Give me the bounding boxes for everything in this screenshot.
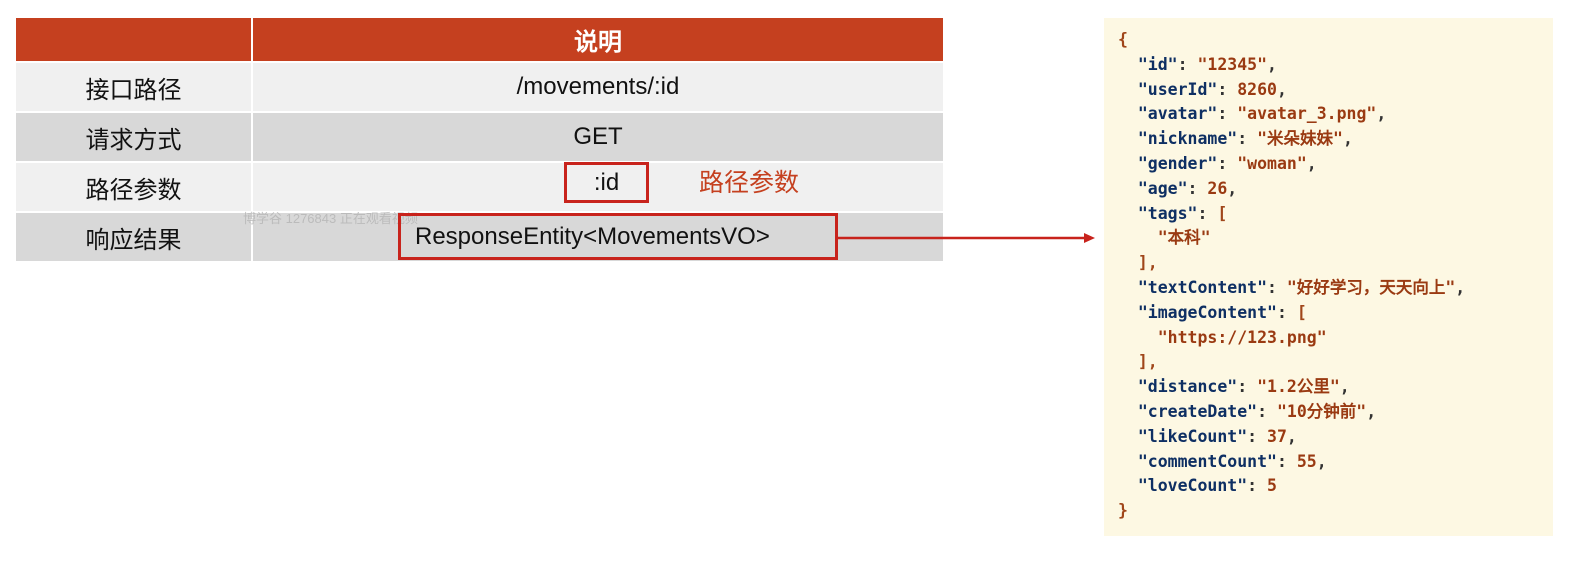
path-param-annotation: 路径参数 bbox=[699, 169, 800, 197]
code-line: "avatar": "avatar_3.png", bbox=[1137, 104, 1387, 124]
json-key: "likeCount" bbox=[1137, 426, 1248, 446]
row-value: /movements/:id bbox=[251, 61, 943, 112]
row-label: 请求方式 bbox=[16, 111, 252, 162]
code-line: "imageContent": [ bbox=[1137, 302, 1307, 322]
code-line: "gender": "woman", bbox=[1137, 153, 1317, 173]
json-value: "10分钟前" bbox=[1276, 401, 1367, 421]
code-line: "age": 26, bbox=[1137, 178, 1238, 198]
json-value: 37 bbox=[1267, 426, 1287, 446]
json-key: "textContent" bbox=[1137, 277, 1268, 297]
code-line: } bbox=[1118, 501, 1128, 520]
code-line: "userId": 8260, bbox=[1137, 79, 1287, 99]
arrow-right-icon bbox=[836, 233, 1095, 243]
code-line: "https://123.png" bbox=[1118, 328, 1327, 347]
path-param-value: :id bbox=[593, 168, 620, 196]
code-line: "textContent": "好好学习，天天向上", bbox=[1137, 277, 1466, 297]
json-value: 5 bbox=[1267, 476, 1277, 496]
json-bracket: ], bbox=[1137, 352, 1158, 372]
json-value: "12345" bbox=[1197, 54, 1268, 74]
json-value: "米朵妹妹" bbox=[1257, 129, 1343, 149]
json-key: "age" bbox=[1137, 178, 1188, 198]
json-code: { "id": "12345", "userId": 8260, "avatar… bbox=[1118, 28, 1553, 524]
code-line: { bbox=[1118, 30, 1128, 49]
json-bracket: [ bbox=[1217, 203, 1228, 223]
json-value: "avatar_3.png" bbox=[1237, 104, 1377, 124]
json-close-brace: } bbox=[1118, 501, 1128, 521]
code-line: "distance": "1.2公里", bbox=[1137, 377, 1350, 397]
json-array-item: "本科" bbox=[1157, 228, 1211, 248]
json-array-item: "https://123.png" bbox=[1157, 327, 1327, 347]
row-label: 路径参数 bbox=[16, 161, 252, 212]
json-bracket: ], bbox=[1137, 253, 1158, 273]
json-response-sample: { "id": "12345", "userId": 8260, "avatar… bbox=[1104, 18, 1553, 536]
code-line: ], bbox=[1118, 352, 1158, 371]
row-label: 接口路径 bbox=[16, 61, 252, 112]
code-line: "本科" bbox=[1118, 228, 1211, 247]
json-key: "nickname" bbox=[1137, 129, 1238, 149]
header-cell-blank bbox=[16, 18, 252, 62]
json-key: "loveCount" bbox=[1137, 476, 1248, 496]
table-row: 接口路径 /movements/:id bbox=[16, 61, 943, 112]
code-line: "id": "12345", bbox=[1137, 54, 1277, 74]
code-line: "likeCount": 37, bbox=[1137, 426, 1297, 446]
code-line: "tags": [ bbox=[1137, 203, 1228, 223]
table-header-row: 说明 bbox=[16, 18, 943, 62]
code-line: ], bbox=[1118, 253, 1158, 272]
code-line: "createDate": "10分钟前", bbox=[1137, 401, 1377, 421]
json-key: "avatar" bbox=[1137, 104, 1218, 124]
json-key: "imageContent" bbox=[1137, 302, 1277, 322]
code-line: "loveCount": 5 bbox=[1137, 476, 1277, 496]
json-key: "userId" bbox=[1137, 79, 1218, 99]
table-row: 请求方式 GET bbox=[16, 111, 943, 162]
json-value: "1.2公里" bbox=[1257, 377, 1340, 397]
json-value: 8260 bbox=[1237, 79, 1277, 99]
json-key: "id" bbox=[1137, 54, 1178, 74]
path-param-highlight-box: :id bbox=[564, 162, 649, 203]
json-key: "gender" bbox=[1137, 153, 1218, 173]
json-value: 55 bbox=[1296, 451, 1317, 471]
header-cell-description: 说明 bbox=[251, 18, 943, 62]
row-label: 响应结果 bbox=[16, 211, 252, 261]
json-open-brace: { bbox=[1118, 30, 1128, 49]
row-value: GET bbox=[251, 111, 943, 162]
json-value: "woman" bbox=[1237, 153, 1307, 173]
response-highlight-box: ResponseEntity<MovementsVO> bbox=[398, 213, 838, 260]
json-key: "commentCount" bbox=[1137, 451, 1277, 471]
watermark: 博学谷 1276843 正在观看视频 bbox=[243, 211, 418, 226]
json-key: "distance" bbox=[1137, 377, 1238, 397]
json-key: "tags" bbox=[1137, 203, 1198, 223]
json-value: "好好学习，天天向上" bbox=[1286, 277, 1456, 297]
response-value: ResponseEntity<MovementsVO> bbox=[415, 222, 770, 250]
code-line: "nickname": "米朵妹妹", bbox=[1137, 129, 1353, 149]
json-bracket: [ bbox=[1296, 302, 1307, 322]
code-line: "commentCount": 55, bbox=[1137, 451, 1327, 471]
json-key: "createDate" bbox=[1137, 401, 1258, 421]
table-row: 路径参数 bbox=[16, 161, 943, 212]
json-value: 26 bbox=[1207, 178, 1228, 198]
